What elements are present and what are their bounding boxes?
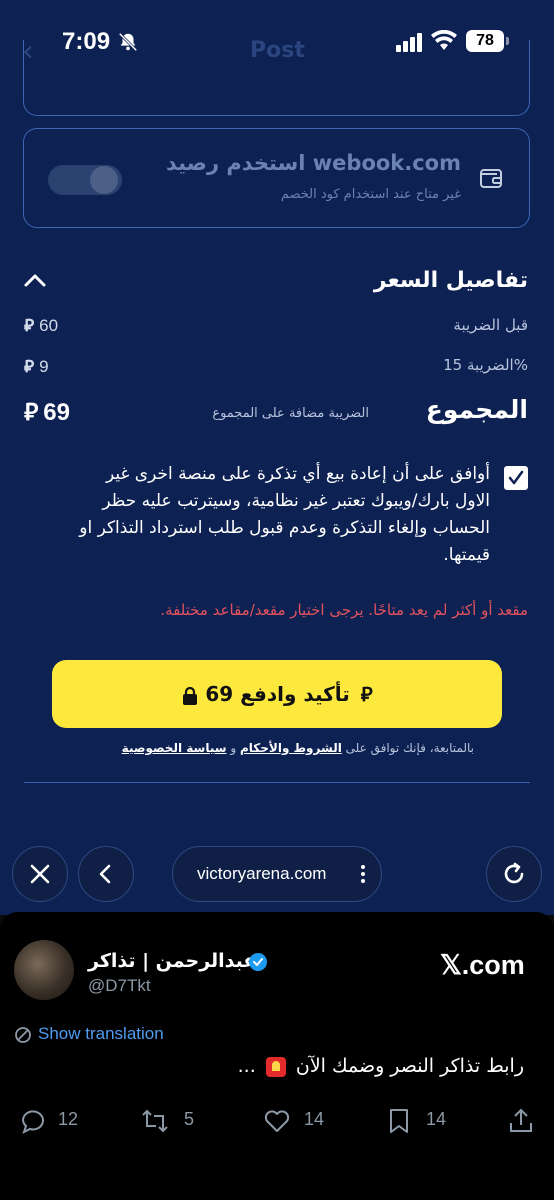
avatar[interactable] (14, 940, 74, 1000)
wallet-title: استخدم رصيد webook.com (165, 151, 461, 175)
repost-icon (142, 1109, 168, 1133)
heart-icon (264, 1110, 290, 1132)
reload-icon (504, 862, 524, 884)
riyal-icon: ⃁ (24, 357, 34, 376)
tweet-card: عبدالرحمن | تذاكر @D7Tkt 𝕏.com Show tran… (0, 912, 554, 1200)
bookmark-icon (390, 1109, 408, 1133)
tweet-text: رابط تذاكر النصر وضمك الآن ... (237, 1055, 524, 1077)
pay-button-amount: 69 (205, 682, 234, 706)
total-value: ⃁ 69 (24, 396, 70, 427)
close-tab-button[interactable] (12, 846, 68, 902)
url-text: victoryarena.com (197, 864, 327, 883)
price-details-heading: تفاصيل السعر (373, 268, 528, 293)
share-icon (510, 1108, 532, 1132)
privacy-link[interactable]: سياسة الخصوصية (122, 741, 227, 755)
x-logo: 𝕏.com (440, 950, 525, 980)
tax-label: الضريبة 15% (443, 356, 528, 374)
wallet-icon (480, 169, 502, 188)
agreement-checkbox[interactable] (504, 466, 528, 490)
wallet-toggle[interactable] (48, 165, 122, 195)
total-label: المجموع (425, 395, 528, 424)
show-translation-link[interactable]: Show translation (38, 1024, 164, 1044)
previous-option-box[interactable] (23, 40, 530, 116)
author-name[interactable]: عبدالرحمن | تذاكر (88, 950, 256, 972)
riyal-icon: ⃁ (360, 682, 373, 706)
more-vertical-icon[interactable] (359, 863, 367, 885)
close-icon (30, 864, 50, 884)
chevron-up-icon[interactable] (22, 270, 48, 290)
terms-text: بالمتابعة، فإنك توافق على الشروط والأحكا… (121, 741, 474, 755)
confirm-pay-button[interactable]: تأكيد وادفع 69 ⃁ (52, 660, 502, 728)
lock-icon (183, 686, 198, 705)
repost-count: 5 (184, 1109, 195, 1129)
reply-count: 12 (58, 1109, 79, 1129)
chevron-left-icon (99, 864, 111, 884)
error-message: مقعد أو أكثر لم يعد متاحًا. يرجى اختيار … (160, 601, 528, 619)
siren-icon (265, 1056, 286, 1077)
like-count: 14 (304, 1109, 325, 1129)
riyal-icon: ⃁ (24, 399, 38, 426)
agreement-text: أوافق على أن إعادة بيع أي تذكرة على منصة… (79, 464, 490, 565)
total-note: الضريبة مضافة على المجموع (212, 406, 369, 421)
wallet-subtitle: غير متاح عند استخدام كود الخصم (280, 187, 461, 202)
url-bar[interactable]: victoryarena.com (172, 846, 382, 902)
verified-badge-icon (249, 953, 267, 971)
terms-link[interactable]: الشروط والأحكام (240, 741, 342, 755)
wallet-balance-option: استخدم رصيد webook.com غير متاح عند استخ… (23, 128, 530, 228)
browser-back-button[interactable] (78, 846, 134, 902)
pay-button-label: تأكيد وادفع (240, 682, 350, 706)
author-handle[interactable]: @D7Tkt (88, 976, 151, 996)
tax-value: ⃁ 9 (24, 357, 49, 376)
reload-button[interactable] (486, 846, 542, 902)
bookmark-count: 14 (426, 1109, 447, 1129)
checkout-page: ‹ Post 7:09 78 استخدم رصيد webook.com غي… (0, 0, 554, 915)
divider (24, 782, 530, 783)
translate-icon (15, 1027, 31, 1043)
before-tax-label: قبل الضريبة (453, 316, 528, 334)
before-tax-value: ⃁ 60 (24, 316, 59, 335)
riyal-icon: ⃁ (24, 316, 34, 335)
reply-icon (21, 1110, 44, 1134)
toggle-knob (90, 166, 118, 194)
checkmark-icon (508, 470, 524, 485)
